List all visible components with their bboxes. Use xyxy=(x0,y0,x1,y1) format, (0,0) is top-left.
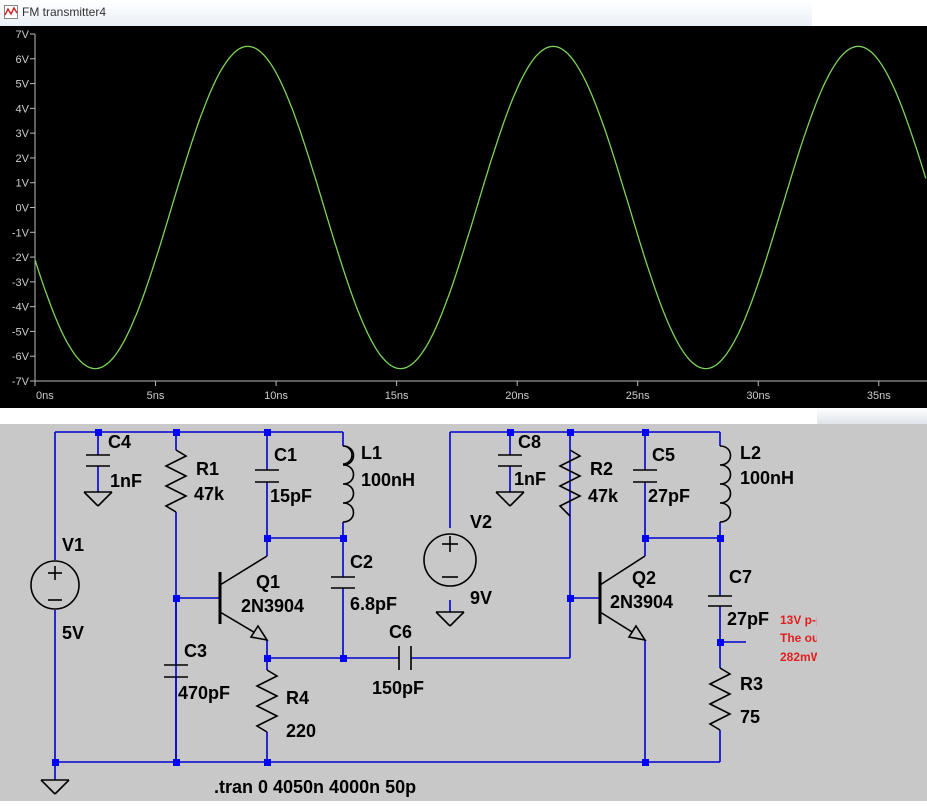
label-c2-id: C2 xyxy=(350,552,373,572)
label-c5-id: C5 xyxy=(652,445,675,465)
x-tick-label: 10ns xyxy=(264,390,288,402)
label-c8-value: 1nF xyxy=(514,469,546,489)
label-c6-value: 150pF xyxy=(372,678,424,698)
window-titlebar: FM transmitter4 xyxy=(0,0,812,27)
y-tick-label: -3V xyxy=(12,277,30,289)
label-c4-id: C4 xyxy=(108,432,131,452)
y-tick-label: 1V xyxy=(16,178,30,190)
y-tick-label: 4V xyxy=(16,103,30,115)
capacitor-c4[interactable] xyxy=(86,454,110,467)
ground-icon xyxy=(40,779,70,795)
schematic-pane[interactable]: C4 1nF R1 47k C1 15pF L1 100nH C2 6.8pF … xyxy=(0,424,898,801)
x-tick-label: 15ns xyxy=(385,390,409,402)
x-tick-label: 0ns xyxy=(36,390,54,402)
note-line-1: 13V p-p is 4.6V RMS. xyxy=(780,613,817,627)
x-tick-label: 35ns xyxy=(867,390,891,402)
label-r3-value: 75 xyxy=(740,707,760,727)
y-tick-label: -2V xyxy=(12,252,30,264)
voltage-source-v2[interactable] xyxy=(423,533,477,587)
spice-directive[interactable]: .tran 0 4050n 4000n 50p xyxy=(214,777,416,797)
label-r4-id: R4 xyxy=(286,688,309,708)
y-tick-label: 6V xyxy=(16,54,30,66)
label-c8-id: C8 xyxy=(518,432,541,452)
y-tick-label: 7V xyxy=(16,29,30,41)
label-c1-id: C1 xyxy=(274,445,297,465)
label-c7-id: C7 xyxy=(729,567,752,587)
resistor-r1[interactable] xyxy=(164,449,188,513)
ground-icon xyxy=(83,491,113,507)
label-q2-id: Q2 xyxy=(632,568,656,588)
y-tick-label: 5V xyxy=(16,79,30,91)
label-c3-value: 470pF xyxy=(178,683,230,703)
y-tick-label: 2V xyxy=(16,153,30,165)
x-tick-label: 25ns xyxy=(626,390,650,402)
series-line xyxy=(34,45,927,370)
label-c4-value: 1nF xyxy=(110,471,142,491)
label-c2-value: 6.8pF xyxy=(350,594,397,614)
label-l2-id: L2 xyxy=(740,443,761,463)
label-r4-value: 220 xyxy=(286,721,316,741)
label-r3-id: R3 xyxy=(740,674,763,694)
label-v1-id: V1 xyxy=(62,535,84,555)
ground-icon xyxy=(435,611,465,627)
schematic-pane-right xyxy=(817,424,927,801)
label-q1-value: 2N3904 xyxy=(241,596,304,616)
note-line-3: 282mW. xyxy=(780,650,817,664)
note-line-2: The output power is xyxy=(780,631,817,645)
inductor-l2[interactable] xyxy=(719,445,732,523)
capacitor-c8[interactable] xyxy=(498,454,522,467)
label-l1-value: 100nH xyxy=(361,470,415,490)
waveform-chart: 7V 6V 5V 4V 3V 2V 1V 0V -1V -2V -3V -4V -5V -6V -7V 0ns… xyxy=(12,29,927,402)
label-v1-value: 5V xyxy=(62,623,84,643)
label-r2-value: 47k xyxy=(588,486,619,506)
capacitor-c2[interactable] xyxy=(331,576,355,589)
y-tick-label: -5V xyxy=(12,326,30,338)
label-v2-value: 9V xyxy=(470,588,492,608)
pane-separator[interactable] xyxy=(0,408,927,424)
label-r2-id: R2 xyxy=(590,459,613,479)
label-r1-value: 47k xyxy=(194,484,225,504)
ground-icon xyxy=(495,491,525,507)
x-tick-label: 30ns xyxy=(746,390,770,402)
label-c5-value: 27pF xyxy=(648,486,690,506)
voltage-source-v1[interactable] xyxy=(30,560,80,610)
label-q1-id: Q1 xyxy=(256,572,280,592)
waveform-icon xyxy=(4,5,18,19)
label-r1-id: R1 xyxy=(196,459,219,479)
schematic-canvas: C4 1nF R1 47k C1 15pF L1 100nH C2 6.8pF … xyxy=(30,429,898,797)
x-tick-label: 20ns xyxy=(505,390,529,402)
label-c1-value: 15pF xyxy=(270,486,312,506)
label-l2-value: 100nH xyxy=(740,468,794,488)
label-q2-value: 2N3904 xyxy=(610,592,673,612)
capacitor-c6[interactable] xyxy=(398,646,412,670)
waveform-plot[interactable]: 7V 6V 5V 4V 3V 2V 1V 0V -1V -2V -3V -4V -5V -6V -7V 0ns… xyxy=(0,26,927,408)
y-tick-label: -4V xyxy=(12,302,30,314)
resistor-r4[interactable] xyxy=(255,669,279,733)
y-tick-label: 3V xyxy=(16,128,30,140)
label-c7-value: 27pF xyxy=(727,609,769,629)
resistor-r3[interactable] xyxy=(708,667,732,731)
schematic-right-header xyxy=(817,408,927,424)
label-v2-id: V2 xyxy=(470,512,492,532)
label-l1-id: L1 xyxy=(361,443,382,463)
label-c6-id: C6 xyxy=(389,622,412,642)
x-tick-label: 5ns xyxy=(147,390,165,402)
y-tick-label: -7V xyxy=(12,376,30,388)
y-tick-label: -1V xyxy=(12,227,30,239)
window-title: FM transmitter4 xyxy=(22,5,107,19)
capacitor-c1[interactable] xyxy=(255,469,279,483)
y-tick-label: -6V xyxy=(12,351,30,363)
capacitor-c7[interactable] xyxy=(708,595,732,607)
capacitor-c5[interactable] xyxy=(633,469,657,483)
label-c3-id: C3 xyxy=(184,641,207,661)
titlebar-empty-area xyxy=(812,0,927,26)
y-tick-label: 0V xyxy=(16,203,30,215)
